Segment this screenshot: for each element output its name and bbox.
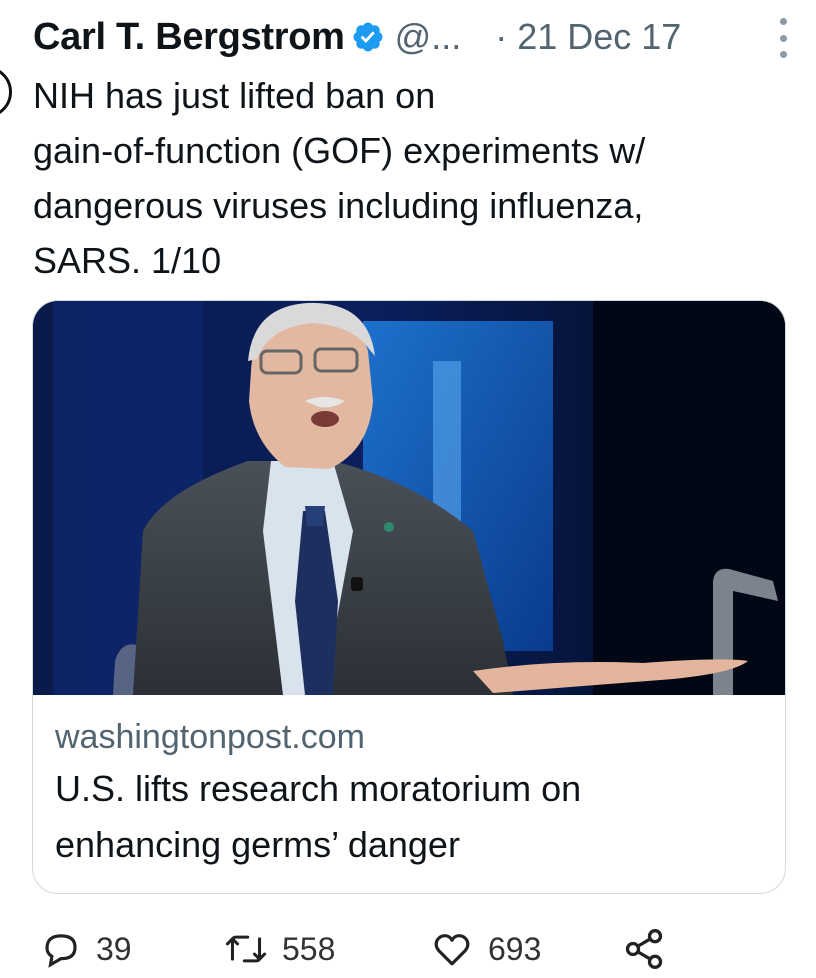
avatar[interactable] [0,66,12,118]
reply-icon [40,928,82,970]
card-image[interactable] [33,301,785,695]
tweet-date[interactable]: 21 Dec 17 [517,16,681,58]
card-title: U.S. lifts research moratorium on enhanc… [55,761,775,873]
more-options-icon[interactable] [773,18,793,58]
share-button[interactable] [622,925,666,973]
card-domain: washingtonpost.com [55,718,365,756]
tweet-text-line: dangerous viruses including influenza, [33,185,644,226]
retweet-count: 558 [282,930,336,967]
tweet-text: NIH has just lifted ban on gain-of-funct… [33,68,793,288]
card-title-line: U.S. lifts research moratorium on [55,768,582,809]
share-icon [622,927,666,971]
tweet-header: Carl T. Bergstrom @... · 21 Dec 17 [33,12,793,62]
retweet-button[interactable]: 558 [224,925,335,973]
card-meta: washingtonpost.com U.S. lifts research m… [55,713,775,873]
tweet-text-line: SARS. 1/10 [33,240,222,281]
tweet-actions: 39 558 693 [40,925,780,973]
like-count: 693 [488,930,542,967]
retweet-icon [224,928,268,970]
tweet-text-line: gain-of-function (GOF) experiments w/ [33,130,646,171]
tweet-page: Carl T. Bergstrom @... · 21 Dec 17 NIH h… [0,0,816,978]
like-button[interactable]: 693 [430,925,541,973]
tweet-text-line: NIH has just lifted ban on [33,75,436,116]
author-handle[interactable]: @... [395,16,462,58]
link-card[interactable]: washingtonpost.com U.S. lifts research m… [32,300,786,894]
verified-badge-icon [351,20,385,54]
author-name[interactable]: Carl T. Bergstrom [33,16,345,59]
reply-count: 39 [96,930,132,967]
reply-button[interactable]: 39 [40,925,132,973]
separator-dot: · [495,16,508,57]
like-icon [430,928,474,970]
card-title-line: enhancing germs’ danger [55,824,460,865]
